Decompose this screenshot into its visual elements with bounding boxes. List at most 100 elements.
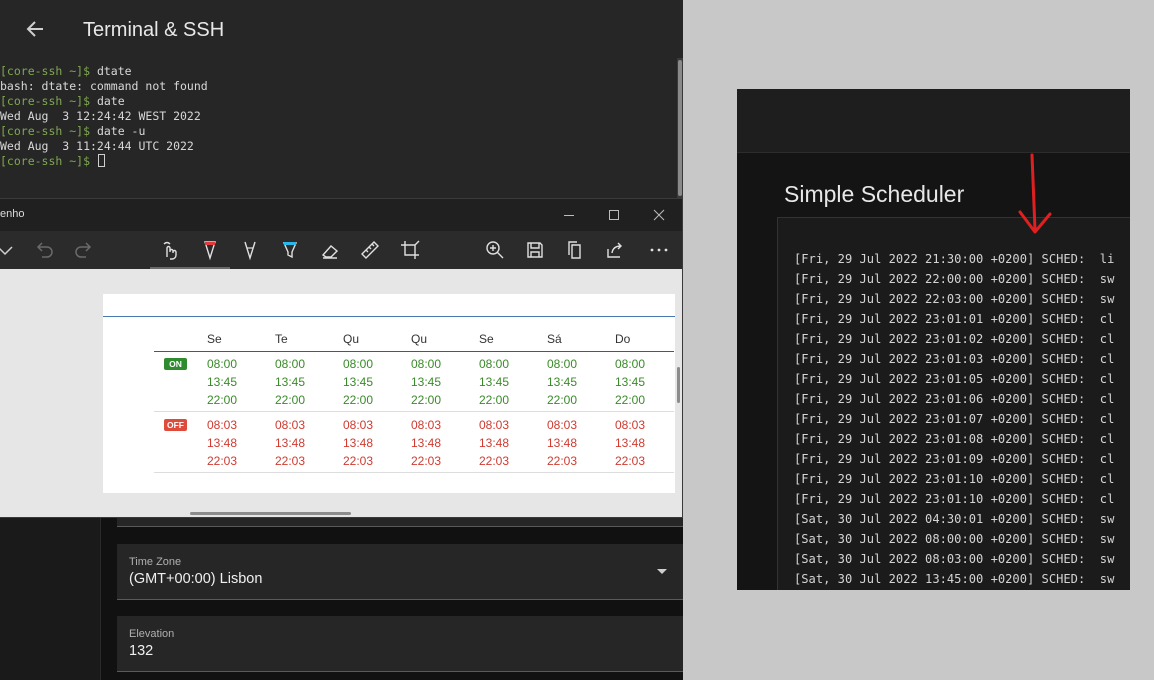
page-title: Simple Scheduler — [784, 181, 965, 207]
day-header: Se — [207, 332, 222, 346]
log-line: [Sat, 30 Jul 2022 08:00:00 +0200] SCHED:… — [794, 532, 1115, 546]
log-line: [Fri, 29 Jul 2022 23:01:05 +0200] SCHED:… — [794, 372, 1115, 386]
elevation-value: 132 — [129, 643, 154, 659]
time-value: 22:03 — [479, 454, 510, 468]
time-value: 08:03 — [615, 418, 646, 432]
caret-down-icon[interactable] — [657, 569, 667, 574]
log-line: [Fri, 29 Jul 2022 21:30:00 +0200] SCHED:… — [794, 252, 1115, 266]
more-icon[interactable] — [648, 239, 670, 261]
terminal-prompt: [core-ssh ~]$ — [0, 64, 97, 78]
touch-writing-icon[interactable] — [159, 239, 181, 261]
arrow-left-icon[interactable] — [24, 18, 46, 40]
zoom-in-icon[interactable] — [484, 239, 506, 261]
log-line: [Fri, 29 Jul 2022 23:01:01 +0200] SCHED:… — [794, 312, 1115, 326]
time-cell: 08:00 13:45 22:00 — [479, 355, 509, 409]
time-value: 08:00 — [411, 357, 442, 371]
log-line: [Fri, 29 Jul 2022 23:01:06 +0200] SCHED:… — [794, 392, 1115, 406]
time-value: 13:45 — [275, 375, 306, 389]
redo-icon[interactable] — [73, 239, 95, 261]
day-header: Te — [275, 332, 288, 346]
previous-field — [117, 517, 683, 527]
time-cell: 08:03 13:48 22:03 — [479, 416, 509, 470]
terminal-text: Wed Aug 3 12:24:42 WEST 2022 — [0, 109, 201, 123]
time-cell: 08:03 13:48 22:03 — [547, 416, 577, 470]
ruler-icon[interactable] — [359, 239, 381, 261]
time-value: 13:48 — [479, 436, 510, 450]
time-cell: 08:00 13:45 22:00 — [275, 355, 305, 409]
log-line: [Sat, 30 Jul 2022 08:03:00 +0200] SCHED:… — [794, 552, 1115, 566]
elevation-field[interactable]: Elevation 132 — [117, 616, 683, 672]
vertical-scrollbar[interactable] — [677, 367, 680, 403]
time-value: 13:45 — [411, 375, 442, 389]
pencil-icon[interactable] — [239, 239, 261, 261]
time-cell: 08:00 13:45 22:00 — [343, 355, 373, 409]
log-line: [Fri, 29 Jul 2022 23:01:08 +0200] SCHED:… — [794, 432, 1115, 446]
terminal-line: [core-ssh ~]$ — [0, 154, 677, 169]
time-value: 08:03 — [547, 418, 578, 432]
undo-icon[interactable] — [33, 239, 55, 261]
log-line: [Sat, 30 Jul 2022 13:45:00 +0200] SCHED:… — [794, 572, 1115, 586]
terminal-text: dtate — [96, 64, 132, 78]
time-value: 22:03 — [547, 454, 578, 468]
log-line: [Fri, 29 Jul 2022 23:01:02 +0200] SCHED:… — [794, 332, 1115, 346]
log-line: [Fri, 29 Jul 2022 22:00:00 +0200] SCHED:… — [794, 272, 1115, 286]
terminal-lines: [core-ssh ~]$ dtate bash: dtate: command … — [0, 64, 677, 169]
scrollbar-thumb[interactable] — [678, 60, 682, 196]
time-value: 22:00 — [615, 393, 646, 407]
terminal-line: [core-ssh ~]$ date -u — [0, 124, 677, 139]
chevron-down-icon[interactable] — [0, 239, 16, 261]
snip-toolbar — [0, 231, 682, 269]
window-title: enho — [0, 208, 25, 220]
terminal-cursor — [97, 154, 105, 167]
terminal-scrollbar[interactable] — [677, 58, 683, 198]
terminal-output[interactable]: [core-ssh ~]$ dtate bash: dtate: command … — [0, 58, 677, 198]
log-line: [Fri, 29 Jul 2022 23:01:10 +0200] SCHED:… — [794, 472, 1115, 486]
time-value: 13:48 — [547, 436, 578, 450]
highlighter-icon[interactable] — [279, 239, 301, 261]
day-header: Do — [615, 332, 631, 346]
time-value: 08:03 — [343, 418, 374, 432]
time-value: 13:48 — [207, 436, 238, 450]
time-value: 22:00 — [479, 393, 510, 407]
terminal-line: Wed Aug 3 11:24:44 UTC 2022 — [0, 139, 677, 154]
time-cell: 08:00 13:45 22:00 — [547, 355, 577, 409]
terminal-line: [core-ssh ~]$ date — [0, 94, 677, 109]
crop-icon[interactable] — [399, 239, 421, 261]
window-titlebar[interactable]: enho — [0, 199, 682, 231]
terminal-text: date — [96, 94, 125, 108]
minimize-icon[interactable] — [559, 205, 579, 225]
annotation-arrow — [1018, 153, 1052, 234]
terminal-prompt: [core-ssh ~]$ — [0, 94, 97, 108]
ballpoint-pen-icon[interactable] — [199, 239, 221, 261]
horizontal-scrollbar[interactable] — [190, 512, 351, 515]
time-cell: 08:03 13:48 22:03 — [275, 416, 305, 470]
maximize-icon[interactable] — [604, 205, 624, 225]
log-line: [Fri, 29 Jul 2022 23:01:03 +0200] SCHED:… — [794, 352, 1115, 366]
time-value: 22:00 — [343, 393, 374, 407]
terminal-prompt: [core-ssh ~]$ — [0, 124, 97, 138]
elevation-label: Elevation — [129, 628, 175, 640]
log-box[interactable]: [Fri, 29 Jul 2022 21:30:00 +0200] SCHED:… — [777, 217, 1130, 590]
time-value: 13:48 — [275, 436, 306, 450]
time-value: 13:45 — [547, 375, 578, 389]
settings-content: Time Zone (GMT+00:00) Lisbon Elevation 1… — [101, 517, 683, 680]
sidebar — [0, 517, 101, 680]
time-cell: 08:03 13:48 22:03 — [207, 416, 237, 470]
time-zone-value: (GMT+00:00) Lisbon — [129, 571, 263, 587]
time-zone-select[interactable]: Time Zone (GMT+00:00) Lisbon — [117, 544, 683, 600]
table-divider — [154, 472, 674, 473]
time-value: 13:48 — [343, 436, 374, 450]
panel-header — [737, 89, 1130, 153]
save-icon[interactable] — [524, 239, 546, 261]
time-value: 22:00 — [275, 393, 306, 407]
close-icon[interactable] — [649, 205, 669, 225]
share-icon[interactable] — [604, 239, 626, 261]
time-value: 08:00 — [479, 357, 510, 371]
copy-icon[interactable] — [564, 239, 586, 261]
terminal-text: Wed Aug 3 11:24:44 UTC 2022 — [0, 139, 194, 153]
eraser-icon[interactable] — [319, 239, 341, 261]
time-cell: 08:03 13:48 22:03 — [343, 416, 373, 470]
time-cell: 08:03 13:48 22:03 — [411, 416, 441, 470]
snip-canvas[interactable]: Se Te Qu Qu Se Sá Do ON 08:00 13:45 22:00 08:00 13… — [0, 269, 682, 517]
time-value: 13:48 — [615, 436, 646, 450]
